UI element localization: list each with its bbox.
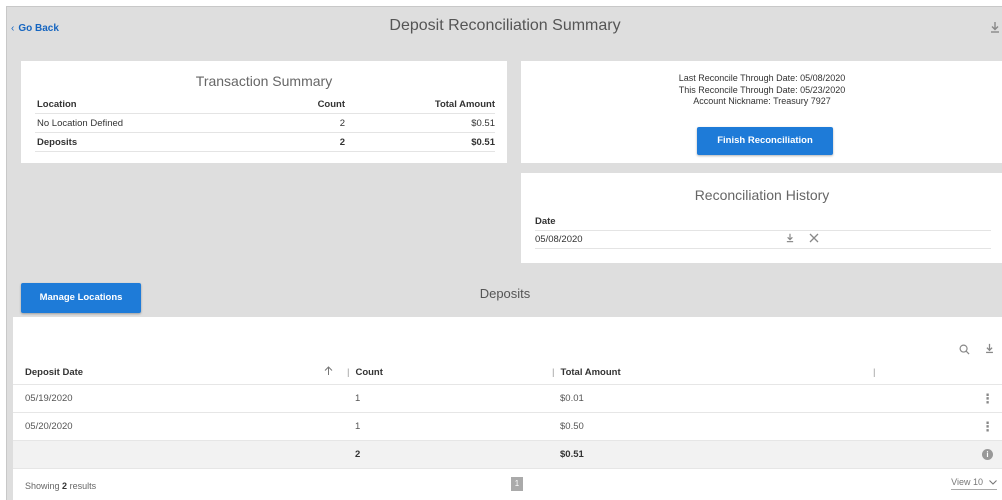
showing-count: 2 bbox=[62, 481, 68, 491]
column-header-deposit-date[interactable]: Deposit Date bbox=[13, 367, 303, 378]
deposits-footer: Showing 2 results 1 View 10 bbox=[13, 469, 1002, 497]
transaction-summary-card: Transaction Summary Location Count Total… bbox=[21, 61, 507, 163]
row-actions: ⋮ bbox=[873, 419, 1002, 435]
column-separator: | bbox=[347, 367, 350, 378]
table-row: Deposits 2 $0.51 bbox=[35, 133, 495, 152]
page-size-select[interactable]: View 10 bbox=[951, 477, 997, 490]
page-size-value: View 10 bbox=[951, 477, 983, 487]
table-header-row: Date bbox=[535, 213, 991, 231]
download-icon[interactable] bbox=[785, 233, 795, 247]
total-count-cell: 2 bbox=[355, 449, 361, 460]
amount-cell: $0.01 bbox=[560, 393, 584, 404]
column-header-actions: | bbox=[873, 367, 1002, 378]
count-cell: 1 bbox=[355, 393, 361, 404]
deposits-table: Deposit Date | Count | Total Amount | 05/1… bbox=[13, 361, 1002, 469]
more-vertical-icon[interactable]: ⋮ bbox=[981, 419, 994, 434]
column-header-location: Location bbox=[37, 98, 77, 110]
column-header-count: Count bbox=[355, 367, 383, 378]
deposits-card: Deposit Date | Count | Total Amount | 05/1… bbox=[13, 317, 1002, 500]
row-actions: ⋮ bbox=[873, 391, 1002, 407]
app-frame: ‹ Go Back Deposit Reconciliation Summary… bbox=[6, 6, 1002, 500]
account-nickname: Account Nickname: Treasury 7927 bbox=[693, 96, 831, 106]
table-row: No Location Defined 2 $0.51 bbox=[35, 114, 495, 133]
column-header-count: Count bbox=[317, 98, 345, 110]
amount-cell: $0.51 bbox=[471, 136, 495, 148]
column-header-total-amount: Total Amount bbox=[434, 98, 495, 110]
table-row[interactable]: 05/20/2020 1 $0.50 ⋮ bbox=[13, 413, 1002, 441]
table-row[interactable]: 05/19/2020 1 $0.01 ⋮ bbox=[13, 385, 1002, 413]
deposit-date-cell: 05/19/2020 bbox=[25, 393, 73, 404]
finish-reconciliation-button[interactable]: Finish Reconciliation bbox=[697, 127, 833, 155]
column-header-total-amount: Total Amount bbox=[560, 367, 621, 378]
column-header-date: Date bbox=[535, 216, 556, 227]
chevron-down-icon bbox=[989, 477, 997, 487]
search-icon[interactable] bbox=[959, 344, 970, 358]
totals-actions: i bbox=[873, 449, 1002, 460]
history-date-cell: 05/08/2020 bbox=[535, 234, 583, 245]
info-icon[interactable]: i bbox=[982, 449, 993, 460]
download-icon[interactable] bbox=[984, 343, 995, 358]
showing-suffix: results bbox=[69, 481, 97, 491]
location-cell: Deposits bbox=[37, 136, 78, 148]
deposits-title: Deposits bbox=[479, 286, 531, 301]
showing-prefix: Showing bbox=[25, 481, 60, 491]
close-icon[interactable] bbox=[809, 233, 819, 246]
sort-ascending-icon[interactable] bbox=[303, 366, 333, 379]
download-icon[interactable] bbox=[989, 21, 1001, 35]
deposit-date-cell: 05/20/2020 bbox=[25, 421, 73, 432]
location-cell: No Location Defined bbox=[37, 117, 124, 129]
transaction-summary-title: Transaction Summary bbox=[195, 73, 333, 89]
deposits-toolbar bbox=[959, 343, 995, 358]
results-count: Showing 2 results bbox=[25, 481, 96, 491]
table-header-row: Deposit Date | Count | Total Amount | bbox=[13, 361, 1002, 385]
column-header-count-cell[interactable]: | Count bbox=[333, 367, 538, 378]
column-header-total-amount-cell[interactable]: | Total Amount bbox=[538, 367, 873, 378]
reconciliation-history-card: Reconciliation History Date 05/08/2020 bbox=[521, 173, 1002, 263]
last-reconcile-date: Last Reconcile Through Date: 05/08/2020 bbox=[678, 73, 846, 83]
reconciliation-history-table: Date 05/08/2020 bbox=[535, 213, 991, 249]
totals-row: 2 $0.51 i bbox=[13, 441, 1002, 469]
count-cell: 1 bbox=[355, 421, 361, 432]
page-button[interactable]: 1 bbox=[511, 477, 523, 491]
transaction-summary-table: Location Count Total Amount No Location … bbox=[35, 95, 495, 152]
column-separator: | bbox=[873, 367, 876, 378]
reconcile-info-card: Last Reconcile Through Date: 05/08/2020 … bbox=[521, 61, 1002, 163]
count-cell: 2 bbox=[339, 136, 345, 148]
count-cell: 2 bbox=[339, 117, 345, 129]
amount-cell: $0.51 bbox=[471, 117, 495, 129]
page-title: Deposit Reconciliation Summary bbox=[389, 17, 621, 34]
reconciliation-history-title: Reconciliation History bbox=[694, 187, 830, 203]
column-separator: | bbox=[552, 367, 555, 378]
table-header-row: Location Count Total Amount bbox=[35, 95, 495, 114]
amount-cell: $0.50 bbox=[560, 421, 584, 432]
row-actions bbox=[785, 233, 819, 247]
more-vertical-icon[interactable]: ⋮ bbox=[981, 391, 994, 406]
reconcile-info: Last Reconcile Through Date: 05/08/2020 … bbox=[521, 73, 1002, 108]
manage-locations-button[interactable]: Manage Locations bbox=[21, 283, 141, 313]
table-row: 05/08/2020 bbox=[535, 231, 991, 249]
total-amount-cell: $0.51 bbox=[560, 449, 584, 460]
this-reconcile-date: This Reconcile Through Date: 05/23/2020 bbox=[678, 84, 846, 95]
top-bar: ‹ Go Back Deposit Reconciliation Summary bbox=[7, 7, 1002, 47]
